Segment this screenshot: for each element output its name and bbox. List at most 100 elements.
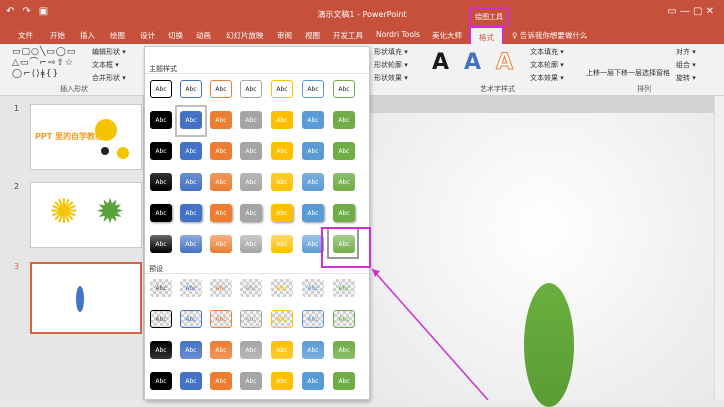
- preset-style-3-5[interactable]: Abc: [271, 341, 293, 359]
- preset-style-3-1[interactable]: Abc: [150, 341, 172, 359]
- preset-style-1-2[interactable]: Abc: [180, 279, 202, 297]
- theme-style-soft-4[interactable]: Abc: [240, 173, 262, 191]
- preset-style-4-5[interactable]: Abc: [271, 372, 293, 390]
- wordart-style-3[interactable]: A: [495, 50, 513, 76]
- theme-style-solid-dark-2[interactable]: Abc: [180, 142, 202, 160]
- tab-draw[interactable]: 绘图: [110, 30, 125, 41]
- tab-slideshow[interactable]: 幻灯片放映: [226, 30, 264, 41]
- leaf-shape[interactable]: [524, 283, 574, 407]
- preset-style-2-4[interactable]: Abc: [240, 310, 262, 328]
- preset-style-2-1[interactable]: Abc: [150, 310, 172, 328]
- preset-style-1-7[interactable]: Abc: [333, 279, 355, 297]
- text-outline-button[interactable]: 文本轮廓 ▾: [530, 60, 564, 70]
- preset-style-4-3[interactable]: Abc: [210, 372, 232, 390]
- theme-style-soft-7[interactable]: Abc: [333, 173, 355, 191]
- preset-style-2-7[interactable]: Abc: [333, 310, 355, 328]
- theme-style-strong-7[interactable]: Abc: [333, 204, 355, 222]
- theme-style-outline-3[interactable]: Abc: [210, 80, 232, 98]
- text-fill-button[interactable]: 文本填充 ▾: [530, 47, 564, 57]
- text-effects-button[interactable]: 文本效果 ▾: [530, 73, 564, 83]
- preset-style-3-2[interactable]: Abc: [180, 341, 202, 359]
- shape-outline-button[interactable]: 形状轮廓 ▾: [374, 60, 408, 70]
- theme-style-solid-dark-1[interactable]: Abc: [150, 142, 172, 160]
- tab-format[interactable]: 格式: [469, 26, 504, 44]
- theme-style-solid-dark-7[interactable]: Abc: [333, 142, 355, 160]
- theme-style-soft-3[interactable]: Abc: [210, 173, 232, 191]
- tab-home[interactable]: 开始: [50, 30, 65, 41]
- tab-nordri-tools[interactable]: Nordri Tools: [376, 30, 420, 39]
- current-slide[interactable]: [370, 113, 714, 407]
- tab-design[interactable]: 设计: [140, 30, 155, 41]
- tab-view[interactable]: 视图: [305, 30, 320, 41]
- tab-insert[interactable]: 插入: [80, 30, 95, 41]
- wordart-style-2[interactable]: A: [464, 50, 481, 75]
- preset-style-2-2[interactable]: Abc: [180, 310, 202, 328]
- preset-style-1-5[interactable]: Abc: [271, 279, 293, 297]
- preset-style-3-3[interactable]: Abc: [210, 341, 232, 359]
- theme-style-gradient-4[interactable]: Abc: [240, 235, 262, 253]
- textbox-button[interactable]: 文本框 ▾: [92, 60, 119, 70]
- tab-transitions[interactable]: 切换: [168, 30, 183, 41]
- theme-style-soft-1[interactable]: Abc: [150, 173, 172, 191]
- shape-fill-button[interactable]: 形状填充 ▾: [374, 47, 408, 57]
- theme-style-strong-3[interactable]: Abc: [210, 204, 232, 222]
- theme-style-outline-4[interactable]: Abc: [240, 80, 262, 98]
- theme-style-solid-7[interactable]: Abc: [333, 111, 355, 129]
- bring-forward-button[interactable]: 上移一层: [586, 68, 614, 78]
- slide-thumbnail-1[interactable]: PPT 里的自学教程: [30, 104, 142, 170]
- theme-style-gradient-3[interactable]: Abc: [210, 235, 232, 253]
- theme-style-solid-dark-6[interactable]: Abc: [302, 142, 324, 160]
- preset-style-1-3[interactable]: Abc: [210, 279, 232, 297]
- theme-style-soft-6[interactable]: Abc: [302, 173, 324, 191]
- tab-beautify[interactable]: 美化大师: [432, 30, 462, 41]
- tab-developer[interactable]: 开发工具: [333, 30, 363, 41]
- theme-style-solid-4[interactable]: Abc: [240, 111, 262, 129]
- theme-style-strong-4[interactable]: Abc: [240, 204, 262, 222]
- theme-style-solid-dark-5[interactable]: Abc: [271, 142, 293, 160]
- preset-style-2-5[interactable]: Abc: [271, 310, 293, 328]
- theme-style-strong-1[interactable]: Abc: [150, 204, 172, 222]
- theme-style-strong-6[interactable]: Abc: [302, 204, 324, 222]
- theme-style-solid-6[interactable]: Abc: [302, 111, 324, 129]
- theme-style-solid-3[interactable]: Abc: [210, 111, 232, 129]
- selection-pane-button[interactable]: 选择窗格: [642, 68, 670, 78]
- theme-style-solid-dark-4[interactable]: Abc: [240, 142, 262, 160]
- theme-style-solid-dark-3[interactable]: Abc: [210, 142, 232, 160]
- theme-style-strong-5[interactable]: Abc: [271, 204, 293, 222]
- theme-style-solid-5[interactable]: Abc: [271, 111, 293, 129]
- theme-style-soft-5[interactable]: Abc: [271, 173, 293, 191]
- slide-thumbnail-2[interactable]: ✺ ✹: [30, 182, 142, 248]
- theme-style-soft-2[interactable]: Abc: [180, 173, 202, 191]
- shapes-gallery[interactable]: ▭▢○╲▭◯▭ △▭⌒⌐⇨⇧☆ ◯⌐⟨⟩ǂ{}: [12, 47, 76, 80]
- theme-style-outline-5[interactable]: Abc: [271, 80, 293, 98]
- send-backward-button[interactable]: 下移一层: [614, 68, 642, 78]
- theme-style-outline-6[interactable]: Abc: [302, 80, 324, 98]
- theme-style-solid-1[interactable]: Abc: [150, 111, 172, 129]
- preset-style-3-6[interactable]: Abc: [302, 341, 324, 359]
- group-button[interactable]: 组合 ▾: [676, 60, 696, 70]
- preset-style-1-6[interactable]: Abc: [302, 279, 324, 297]
- preset-style-4-1[interactable]: Abc: [150, 372, 172, 390]
- theme-style-outline-7[interactable]: Abc: [333, 80, 355, 98]
- rotate-button[interactable]: 旋转 ▾: [676, 73, 696, 83]
- tab-animations[interactable]: 动画: [196, 30, 211, 41]
- wordart-style-1[interactable]: A: [432, 50, 449, 75]
- theme-style-gradient-2[interactable]: Abc: [180, 235, 202, 253]
- preset-style-1-4[interactable]: Abc: [240, 279, 262, 297]
- edit-shape-button[interactable]: 编辑形状 ▾: [92, 47, 126, 57]
- preset-style-4-2[interactable]: Abc: [180, 372, 202, 390]
- preset-style-2-6[interactable]: Abc: [302, 310, 324, 328]
- vertical-scrollbar[interactable]: [714, 96, 724, 400]
- tab-review[interactable]: 审阅: [277, 30, 292, 41]
- preset-style-2-3[interactable]: Abc: [210, 310, 232, 328]
- theme-style-strong-2[interactable]: Abc: [180, 204, 202, 222]
- theme-style-outline-1[interactable]: Abc: [150, 80, 172, 98]
- preset-style-3-7[interactable]: Abc: [333, 341, 355, 359]
- align-button[interactable]: 对齐 ▾: [676, 47, 696, 57]
- shape-effects-button[interactable]: 形状效果 ▾: [374, 73, 408, 83]
- slide-thumbnail-3[interactable]: [30, 262, 142, 334]
- preset-style-1-1[interactable]: Abc: [150, 279, 172, 297]
- tab-file[interactable]: 文件: [18, 30, 33, 41]
- preset-style-4-7[interactable]: Abc: [333, 372, 355, 390]
- merge-shapes-button[interactable]: 合并形状 ▾: [92, 73, 126, 83]
